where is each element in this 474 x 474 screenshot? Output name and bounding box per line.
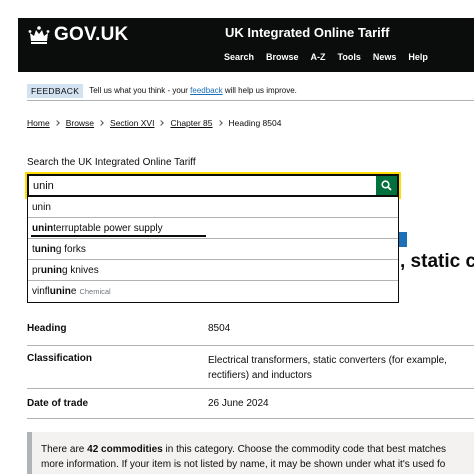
breadcrumb-home[interactable]: Home xyxy=(27,118,50,128)
inset-line-2: more information. If your item is not li… xyxy=(41,459,446,470)
nav-news[interactable]: News xyxy=(373,52,397,62)
partial-blue-element xyxy=(398,232,407,247)
suggestion-post: unin xyxy=(32,201,51,213)
nav-a-z[interactable]: A-Z xyxy=(311,52,326,62)
summary-row-heading: Heading 8504 xyxy=(27,312,474,346)
suggestion-post: g knives xyxy=(62,264,99,276)
govuk-logo-link[interactable]: GOV.UK xyxy=(28,24,128,46)
service-name[interactable]: UK Integrated Online Tariff xyxy=(225,25,389,40)
summary-key: Heading xyxy=(27,323,67,334)
inset-pre: There are xyxy=(41,444,88,455)
breadcrumb-section[interactable]: Section XVI xyxy=(110,118,154,128)
search-box xyxy=(25,172,401,199)
summary-value: 26 June 2024 xyxy=(208,398,269,409)
header-nav: Search Browse A-Z Tools News Help xyxy=(224,52,428,62)
suggestion-match: unin xyxy=(49,286,71,297)
suggestion-item[interactable]: t unin g forks xyxy=(28,239,398,260)
suggestion-item[interactable]: pr unin g knives xyxy=(28,260,398,281)
suggestion-post: e xyxy=(70,286,77,297)
search-label: Search the UK Integrated Online Tariff xyxy=(27,157,196,168)
nav-browse[interactable]: Browse xyxy=(266,52,299,62)
suggestion-item[interactable]: unin terruptable power supply xyxy=(28,218,398,239)
suggestion-match: unin xyxy=(34,243,56,255)
nav-tools[interactable]: Tools xyxy=(338,52,361,62)
breadcrumb-browse[interactable]: Browse xyxy=(66,118,94,128)
suggestion-item[interactable]: unin xyxy=(28,197,398,218)
search-button[interactable] xyxy=(376,176,397,195)
chevron-right-icon xyxy=(98,120,104,126)
logo-text: GOV.UK xyxy=(54,24,129,45)
summary-value: 8504 xyxy=(208,323,231,334)
suggestion-note: Chemical xyxy=(79,287,111,296)
search-input[interactable] xyxy=(29,176,376,195)
summary-row-classification: Classification Electrical transformers, … xyxy=(27,346,474,389)
page-title: , static c xyxy=(400,251,474,272)
chevron-right-icon xyxy=(216,120,223,126)
chevron-right-icon xyxy=(53,120,60,126)
top-strip xyxy=(0,0,474,18)
feedback-tag: FEEDBACK xyxy=(27,83,84,98)
suggestion-pre: pr xyxy=(32,264,41,276)
phase-text-after: will help us improve. xyxy=(222,86,297,95)
breadcrumb-current: Heading 8504 xyxy=(228,118,282,128)
summary-value: Electrical transformers, static converte… xyxy=(208,355,447,381)
govuk-header: GOV.UK UK Integrated Online Tariff Searc… xyxy=(18,18,474,72)
inset-post: in this category. Choose the commodity c… xyxy=(162,444,447,455)
breadcrumb-chapter[interactable]: Chapter 85 xyxy=(170,118,212,128)
nav-search[interactable]: Search xyxy=(224,52,254,62)
inset-line-1: There are 42 commodities in this categor… xyxy=(41,442,474,457)
search-icon xyxy=(381,180,392,191)
phase-banner: FEEDBACK Tell us what you think - your f… xyxy=(27,81,474,101)
crown-icon xyxy=(28,26,50,44)
feedback-link[interactable]: feedback xyxy=(190,86,222,95)
summary-row-date: Date of trade 26 June 2024 xyxy=(27,389,474,419)
summary-list: Heading 8504 Classification Electrical t… xyxy=(27,312,474,419)
summary-key: Classification xyxy=(27,353,93,364)
summary-key: Date of trade xyxy=(27,398,89,409)
suggestion-pre: vinfl xyxy=(32,286,50,297)
breadcrumb: Home Browse Section XVI Chapter 85 Headi… xyxy=(27,118,281,128)
suggestion-post: g forks xyxy=(55,243,86,255)
chevron-right-icon xyxy=(158,120,165,126)
suggestion-match: unin xyxy=(32,222,54,234)
search-suggestions: unin unin terruptable power supply t unin g… xyxy=(27,197,399,303)
suggestion-item[interactable]: vinfl unin e Chemical xyxy=(28,281,398,302)
suggestion-match: unin xyxy=(40,264,63,276)
nav-help[interactable]: Help xyxy=(408,52,428,62)
phase-text-before: Tell us what you think - your xyxy=(89,86,191,95)
inset-text: There are 42 commodities in this categor… xyxy=(27,432,474,474)
commodity-count: 42 commodities xyxy=(87,444,163,455)
phase-banner-text: Tell us what you think - your feedback w… xyxy=(89,86,297,95)
suggestion-post: terruptable power supply xyxy=(53,222,163,234)
